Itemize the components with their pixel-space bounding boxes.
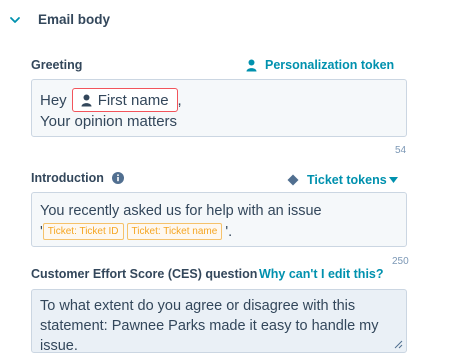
greeting-suffix: , xyxy=(177,91,182,109)
caret-down-icon xyxy=(388,177,398,183)
introduction-label-row: Introduction xyxy=(31,171,124,185)
ticket-tokens-dropdown[interactable]: Ticket tokens xyxy=(287,173,398,187)
ces-label: Customer Effort Score (CES) question xyxy=(31,267,258,281)
first-name-token-label: First name xyxy=(97,91,169,109)
greeting-prefix: Hey xyxy=(40,91,67,109)
greeting-line-1: Hey First name , xyxy=(40,88,182,112)
close-quote: '. xyxy=(225,223,233,240)
ces-question-text: To what extent do you agree or disagree … xyxy=(40,298,379,353)
introduction-label: Introduction xyxy=(31,171,104,185)
introduction-field[interactable]: You recently asked us for help with an i… xyxy=(31,192,407,247)
section-title: Email body xyxy=(38,12,111,27)
greeting-line-2: Your opinion matters xyxy=(40,113,178,130)
introduction-line-2: ' Ticket: Ticket ID Ticket: Ticket name … xyxy=(40,223,232,240)
person-icon xyxy=(81,94,92,106)
introduction-line-1: You recently asked us for help with an i… xyxy=(40,203,322,219)
greeting-label: Greeting xyxy=(31,58,83,72)
introduction-character-count: 250 xyxy=(392,256,409,267)
greeting-field[interactable]: Hey First name , Your opinion matters xyxy=(31,79,407,137)
section-toggle[interactable]: Email body xyxy=(8,12,110,27)
ces-question-field: To what extent do you agree or disagree … xyxy=(31,289,407,353)
ticket-id-token[interactable]: Ticket: Ticket ID xyxy=(42,223,124,240)
chevron-down-icon xyxy=(10,16,20,23)
ticket-tokens-label: Ticket tokens xyxy=(307,173,387,187)
diamond-icon xyxy=(287,174,299,186)
person-icon xyxy=(246,59,257,71)
why-cant-edit-link[interactable]: Why can't I edit this? xyxy=(259,267,384,281)
personalization-token-link[interactable]: Personalization token xyxy=(246,58,394,72)
info-icon[interactable] xyxy=(111,172,124,184)
resize-handle-icon[interactable] xyxy=(394,340,403,349)
first-name-token[interactable]: First name xyxy=(71,88,178,112)
greeting-character-count: 54 xyxy=(395,145,407,156)
personalization-token-label: Personalization token xyxy=(265,58,395,72)
ticket-name-token[interactable]: Ticket: Ticket name xyxy=(126,223,223,240)
